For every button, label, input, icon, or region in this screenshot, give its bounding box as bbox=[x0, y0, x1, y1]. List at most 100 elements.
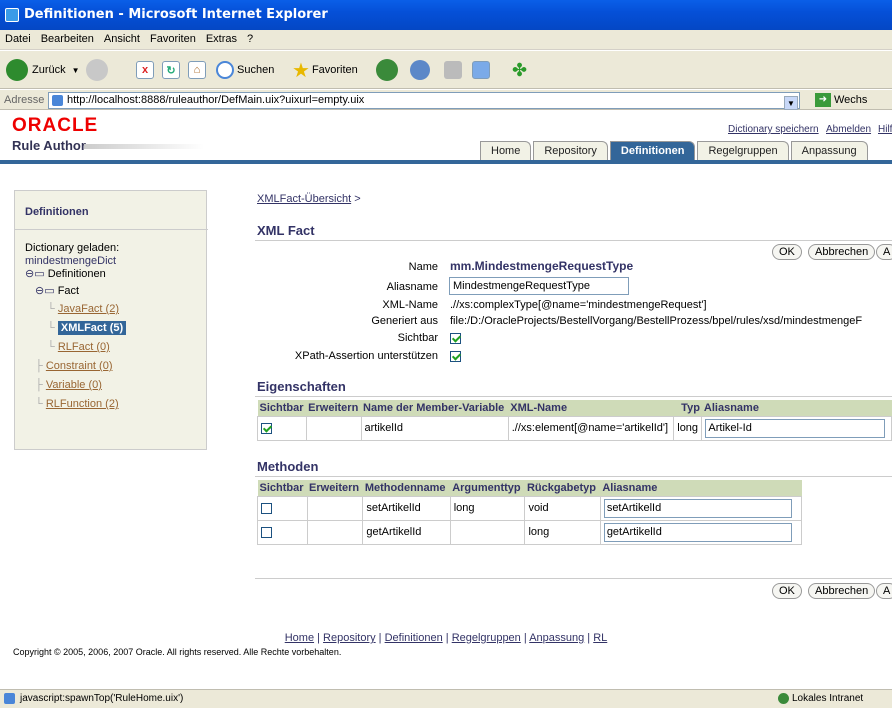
print-button[interactable] bbox=[444, 57, 462, 83]
breadcrumb-link[interactable]: XMLFact-Übersicht bbox=[257, 193, 351, 205]
alias-cell[interactable]: setArtikelId bbox=[599, 495, 803, 521]
edit-button[interactable] bbox=[472, 57, 490, 83]
ok-button[interactable]: OK bbox=[772, 244, 802, 260]
more-button-bottom[interactable]: A bbox=[876, 583, 892, 599]
tree-node-xmlfact[interactable]: └ XMLFact (5) bbox=[47, 319, 141, 338]
column-header: Erweitern bbox=[307, 480, 363, 496]
title-divider bbox=[255, 240, 892, 241]
alias-input[interactable]: MindestmengeRequestType bbox=[449, 277, 629, 295]
alias-cell[interactable]: Artikel-Id bbox=[701, 415, 892, 441]
method-name-cell: setArtikelId bbox=[362, 495, 451, 521]
column-header: XML-Name bbox=[508, 400, 674, 416]
visible-cell[interactable] bbox=[257, 415, 307, 441]
search-button[interactable]: Suchen bbox=[216, 57, 274, 83]
global-link-logout[interactable]: Abmelden bbox=[826, 124, 871, 135]
page-title: XML Fact bbox=[257, 223, 315, 238]
address-bar: Adresse http://localhost:8888/ruleauthor… bbox=[0, 90, 892, 110]
messenger-button[interactable]: ✤ bbox=[512, 57, 527, 83]
search-icon bbox=[216, 61, 234, 79]
footer-link-rl[interactable]: RL bbox=[593, 632, 607, 644]
refresh-button[interactable]: ↻ bbox=[162, 57, 180, 83]
stop-button[interactable]: x bbox=[136, 57, 154, 83]
column-header: Erweitern bbox=[306, 400, 362, 416]
footer-link-home[interactable]: Home bbox=[285, 632, 314, 644]
back-button[interactable]: Zurück ▼ bbox=[6, 57, 80, 83]
home-button[interactable]: ⌂ bbox=[188, 57, 206, 83]
tab-repository[interactable]: Repository bbox=[533, 141, 608, 160]
visible-label: Sichtbar bbox=[397, 332, 438, 344]
menu-extras[interactable]: Extras bbox=[201, 30, 242, 48]
dropdown-icon: ▼ bbox=[71, 65, 80, 75]
alias-input[interactable]: setArtikelId bbox=[603, 498, 792, 518]
alias-input[interactable]: Artikel-Id bbox=[705, 418, 886, 438]
forward-arrow-icon bbox=[86, 59, 108, 81]
column-header: Aliasname bbox=[701, 400, 892, 416]
forward-button[interactable] bbox=[86, 57, 108, 83]
tab-anpassung[interactable]: Anpassung bbox=[790, 141, 868, 160]
tree-node-variable[interactable]: ├ Variable (0) bbox=[35, 376, 129, 395]
argument-type-cell bbox=[449, 519, 526, 545]
footer-link-regelgruppen[interactable]: Regelgruppen bbox=[452, 632, 521, 644]
tree-node-rlfact[interactable]: └ RLFact (0) bbox=[47, 338, 141, 357]
return-type-cell: long bbox=[524, 519, 601, 545]
cancel-button[interactable]: Abbrechen bbox=[808, 244, 876, 260]
global-link-help[interactable]: Hilf bbox=[878, 124, 892, 135]
footer-link-repository[interactable]: Repository bbox=[323, 632, 376, 644]
name-label: Name bbox=[408, 261, 438, 273]
address-input[interactable]: http://localhost:8888/ruleauthor/DefMain… bbox=[48, 92, 800, 110]
menu-favoriten[interactable]: Favoriten bbox=[145, 30, 201, 48]
tree-node-constraint[interactable]: ├ Constraint (0) bbox=[35, 357, 129, 376]
favorites-button[interactable]: ★ Favoriten bbox=[292, 57, 358, 83]
tab-regelgruppen[interactable]: Regelgruppen bbox=[697, 141, 789, 160]
alias-cell[interactable]: getArtikelId bbox=[599, 519, 803, 545]
visible-checkbox[interactable] bbox=[450, 332, 461, 344]
breadcrumb: XMLFact-Übersicht > bbox=[257, 193, 361, 205]
checkbox-icon bbox=[450, 332, 461, 344]
refresh-icon: ↻ bbox=[162, 61, 180, 79]
methods-divider bbox=[255, 476, 892, 477]
menu-bearbeiten[interactable]: Bearbeiten bbox=[36, 30, 99, 48]
global-link-save[interactable]: Dictionary speichern bbox=[728, 124, 819, 135]
home-icon: ⌂ bbox=[188, 61, 206, 79]
status-bar: javascript:spawnTop('RuleHome.uix') Loka… bbox=[0, 689, 892, 708]
menu-ansicht[interactable]: Ansicht bbox=[99, 30, 145, 48]
checkbox-icon bbox=[261, 502, 272, 514]
tab-definitionen[interactable]: Definitionen bbox=[609, 141, 696, 160]
edit-icon bbox=[472, 61, 490, 79]
footer-link-definitionen[interactable]: Definitionen bbox=[385, 632, 443, 644]
tree-node-rlfunction[interactable]: └ RLFunction (2) bbox=[35, 395, 129, 414]
app-name-decoration bbox=[84, 144, 204, 149]
name-value: mm.MindestmengeRequestType bbox=[450, 259, 634, 273]
title-bar: Definitionen - Microsoft Internet Explor… bbox=[0, 0, 892, 30]
column-header: Methodenname bbox=[362, 480, 451, 496]
footer-link-anpassung[interactable]: Anpassung bbox=[529, 632, 584, 644]
mail-button[interactable] bbox=[410, 57, 430, 83]
ok-button-bottom[interactable]: OK bbox=[772, 583, 802, 599]
tree-node-fact[interactable]: ⊖▭ Fact bbox=[35, 282, 129, 301]
generated-from-value: file:/D:/OracleProjects/BestellVorgang/B… bbox=[450, 315, 863, 327]
more-button[interactable]: A bbox=[876, 244, 892, 260]
alias-input[interactable]: getArtikelId bbox=[603, 522, 792, 542]
tree-node-javafact[interactable]: └ JavaFact (2) bbox=[47, 300, 141, 319]
history-button[interactable] bbox=[376, 57, 398, 83]
visible-cell[interactable] bbox=[257, 519, 308, 545]
status-text: javascript:spawnTop('RuleHome.uix') bbox=[20, 693, 184, 704]
xpath-checkbox[interactable] bbox=[450, 350, 461, 362]
visible-cell[interactable] bbox=[257, 495, 308, 521]
column-header: Name der Member-Variable bbox=[361, 400, 509, 416]
star-icon: ★ bbox=[292, 59, 310, 82]
menu-help[interactable]: ? bbox=[242, 30, 258, 48]
cancel-button-bottom[interactable]: Abbrechen bbox=[808, 583, 876, 599]
expand-cell bbox=[306, 519, 364, 545]
menu-bar: Datei Bearbeiten Ansicht Favoriten Extras? bbox=[0, 30, 892, 50]
print-icon bbox=[444, 61, 462, 79]
app-name: Rule Author bbox=[12, 138, 86, 153]
menu-datei[interactable]: Datei bbox=[0, 30, 36, 48]
table-header-row: Sichtbar Erweitern Methodenname Argument… bbox=[257, 480, 802, 496]
argument-type-cell: long bbox=[449, 495, 526, 521]
checkbox-icon bbox=[450, 350, 461, 362]
type-cell: long bbox=[673, 415, 703, 441]
go-button[interactable]: ➜ Wechs bbox=[815, 92, 867, 108]
tab-home[interactable]: Home bbox=[480, 141, 532, 160]
address-dropdown-icon[interactable]: ▼ bbox=[784, 96, 798, 110]
